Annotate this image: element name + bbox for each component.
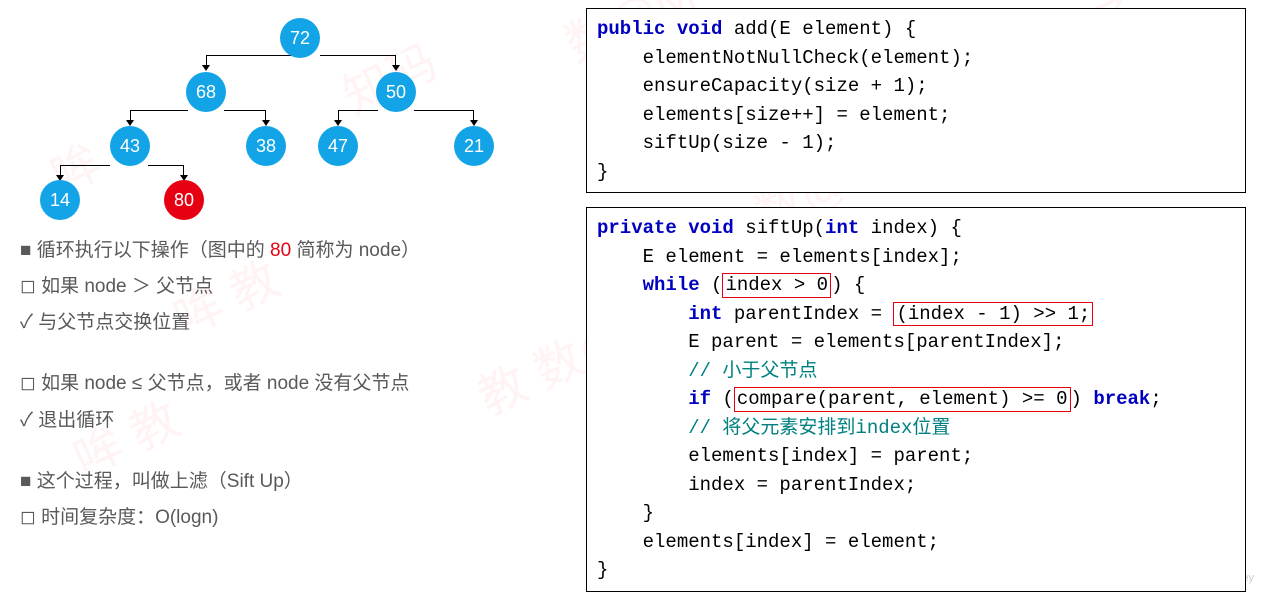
node-43: 43 (110, 126, 150, 166)
right-panel: public void add(E element) { elementNotN… (576, 0, 1256, 586)
note-line-1: 循环执行以下操作（图中的 80 简称为 node） (20, 233, 556, 268)
note-line-3: 与父节点交换位置 (20, 305, 556, 340)
highlight-parent-index: (index - 1) >> 1; (893, 302, 1093, 327)
node-80: 80 (164, 180, 204, 220)
note-line-4: 如果 node ≤ 父节点，或者 node 没有父节点 (20, 366, 556, 401)
code-block-siftup: private void siftUp(int index) { E eleme… (586, 207, 1246, 592)
highlight-index-gt-0: index > 0 (722, 273, 831, 298)
left-panel: 72 68 50 43 38 47 21 14 80 循环执行以下操作（图中的 … (0, 0, 576, 586)
heap-tree-diagram: 72 68 50 43 38 47 21 14 80 (20, 10, 510, 205)
node-21: 21 (454, 126, 494, 166)
node-50: 50 (376, 72, 416, 112)
note-line-2: 如果 node ＞ 父节点 (20, 269, 556, 304)
node-72: 72 (280, 18, 320, 58)
note-line-5: 退出循环 (20, 403, 556, 438)
node-38: 38 (246, 126, 286, 166)
node-47: 47 (318, 126, 358, 166)
node-14: 14 (40, 180, 80, 220)
highlight-compare: compare(parent, element) >= 0 (734, 387, 1071, 412)
note-line-6: 这个过程，叫做上滤（Sift Up） (20, 464, 556, 499)
note-line-7: 时间复杂度：O(logn) (20, 500, 556, 535)
node-68: 68 (186, 72, 226, 112)
code-block-add: public void add(E element) { elementNotN… (586, 8, 1246, 193)
notes-block: 循环执行以下操作（图中的 80 简称为 node） 如果 node ＞ 父节点 … (20, 233, 556, 535)
